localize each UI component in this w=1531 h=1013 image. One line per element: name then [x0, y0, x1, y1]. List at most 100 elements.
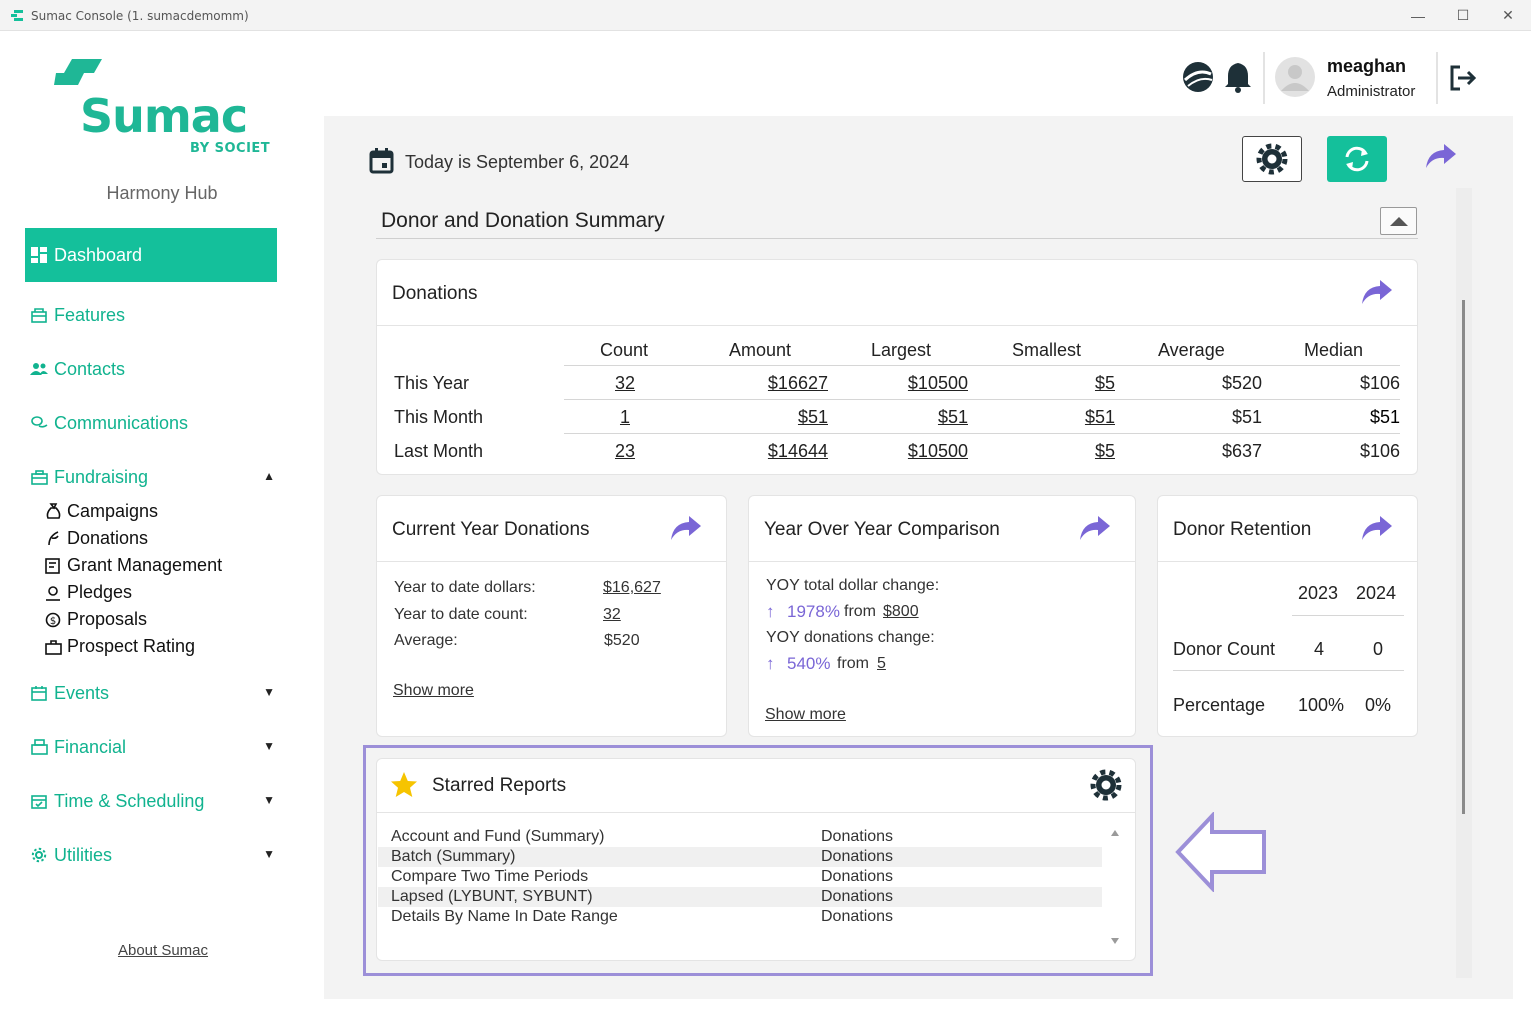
count-link[interactable]: 1 [614, 407, 636, 428]
nav-fundraising[interactable]: Fundraising ▲ [25, 450, 277, 504]
logout-icon[interactable] [1449, 64, 1477, 92]
chevron-down-icon[interactable]: ▼ [263, 685, 275, 699]
section-divider [376, 238, 1418, 239]
nav-donations[interactable]: Donations [44, 525, 148, 552]
nav-events-label: Events [54, 682, 110, 703]
nav-pledges-label: Pledges [67, 582, 133, 602]
average-value: $51 [1231, 407, 1262, 427]
dashboard-icon [30, 246, 48, 264]
up-arrow-icon: ↑ [766, 654, 775, 673]
nav-grant-management[interactable]: Grant Management [44, 552, 222, 579]
median-value: $106 [1359, 373, 1400, 393]
nav-proposals[interactable]: $ Proposals [44, 606, 147, 633]
row-label: This Month [394, 407, 484, 427]
amount-link[interactable]: $14644 [728, 441, 828, 462]
share-forward-icon[interactable] [1360, 278, 1394, 306]
chevron-down-icon[interactable]: ▼ [263, 739, 275, 753]
nav-contacts[interactable]: Contacts [25, 342, 277, 396]
nav-campaigns-label: Campaigns [67, 501, 159, 521]
retention-card-title: Donor Retention [1173, 519, 1312, 540]
nav-utilities-label: Utilities [54, 844, 113, 865]
nav-proposals-label: Proposals [67, 609, 148, 629]
nav-campaigns[interactable]: Campaigns [44, 498, 158, 525]
pledge-hand-icon [44, 585, 62, 601]
maximize-button[interactable]: ☐ [1440, 0, 1486, 31]
from-text: from [844, 603, 876, 620]
smallest-link[interactable]: $51 [1015, 407, 1115, 428]
gear-icon [30, 846, 48, 864]
today-date: Today is September 6, 2024 [405, 152, 630, 172]
ytd-dollars-link[interactable]: $16,627 [603, 579, 661, 597]
coin-dollar-icon: $ [44, 612, 62, 628]
share-forward-icon[interactable] [1424, 142, 1458, 170]
largest-link[interactable]: $10500 [868, 441, 968, 462]
share-forward-icon[interactable] [1360, 514, 1394, 542]
fundraising-icon [30, 468, 48, 486]
users-icon [30, 360, 48, 378]
largest-link[interactable]: $51 [868, 407, 968, 428]
main-scrollbar-thumb[interactable] [1462, 300, 1465, 814]
dashboard-settings-button[interactable] [1242, 136, 1302, 182]
current-year-show-more-link[interactable]: Show more [393, 682, 474, 700]
refresh-icon [1345, 146, 1369, 172]
nav-events[interactable]: Events ▼ [25, 666, 277, 720]
col-header-largest: Largest [871, 340, 932, 360]
nav-utilities[interactable]: Utilities ▼ [25, 828, 277, 882]
nav-time-scheduling[interactable]: Time & Scheduling ▼ [25, 774, 277, 828]
table-divider [564, 433, 1400, 434]
table-divider [1173, 670, 1404, 671]
nav-prospect-rating[interactable]: Prospect Rating [44, 633, 195, 660]
largest-link[interactable]: $10500 [868, 373, 968, 394]
chevron-down-icon[interactable]: ▼ [263, 793, 275, 807]
nav-donations-label: Donations [67, 528, 149, 548]
collapse-section-button[interactable] [1380, 207, 1417, 235]
pointer-arrow-icon [1175, 812, 1266, 892]
nav-pledges[interactable]: Pledges [44, 579, 132, 606]
help-support-icon[interactable] [1180, 60, 1216, 94]
count-link[interactable]: 32 [614, 373, 636, 394]
amount-link[interactable]: $16627 [728, 373, 828, 394]
yoy-show-more-link[interactable]: Show more [765, 706, 846, 724]
gear-icon [1256, 143, 1288, 175]
yoy-donations-from-link[interactable]: 5 [877, 655, 886, 673]
retention-year: 2024 [1356, 583, 1397, 603]
count-link[interactable]: 23 [614, 441, 636, 462]
minimize-button[interactable]: — [1395, 0, 1441, 31]
share-forward-icon[interactable] [669, 514, 703, 542]
notifications-bell-icon[interactable] [1223, 60, 1253, 94]
refresh-button[interactable] [1327, 136, 1387, 182]
avatar[interactable] [1275, 57, 1315, 97]
calendar-icon [30, 684, 48, 702]
table-divider [1292, 615, 1404, 616]
briefcase-star-icon [44, 639, 62, 655]
nav-features[interactable]: Features [25, 288, 277, 342]
nav-communications[interactable]: Communications [25, 396, 277, 450]
chevron-down-icon[interactable]: ▼ [263, 847, 275, 861]
smallest-link[interactable]: $5 [1015, 373, 1115, 394]
row-label: This Year [394, 373, 470, 393]
yoy-card-title: Year Over Year Comparison [764, 519, 1000, 540]
donations-card-title: Donations [392, 283, 478, 304]
chevron-up-icon[interactable]: ▲ [263, 469, 275, 483]
from-text: from [837, 655, 869, 672]
nav-grant-management-label: Grant Management [67, 555, 223, 575]
share-forward-icon[interactable] [1078, 514, 1112, 542]
sumac-logo: Sumac BY SOCIET [52, 57, 282, 157]
ytd-dollars-label: Year to date dollars: [394, 579, 536, 596]
section-title: Donor and Donation Summary [381, 209, 665, 232]
highlight-annotation-box [363, 745, 1153, 976]
yoy-dollar-from-link[interactable]: $800 [883, 603, 919, 621]
close-window-button[interactable]: ✕ [1485, 0, 1531, 31]
money-bag-icon [44, 503, 62, 520]
smallest-link[interactable]: $5 [1015, 441, 1115, 462]
yoy-dollar-change: 1978% [787, 602, 840, 621]
table-divider [564, 399, 1400, 400]
amount-link[interactable]: $51 [728, 407, 828, 428]
ytd-count-link[interactable]: 32 [603, 606, 621, 624]
organization-name: Harmony Hub [106, 183, 218, 203]
about-sumac-link[interactable]: About Sumac [0, 942, 326, 959]
nav-financial[interactable]: Financial ▼ [25, 720, 277, 774]
nav-dashboard[interactable]: Dashboard [25, 228, 277, 282]
nav-communications-label: Communications [54, 412, 189, 433]
col-header-median: Median [1304, 340, 1364, 360]
